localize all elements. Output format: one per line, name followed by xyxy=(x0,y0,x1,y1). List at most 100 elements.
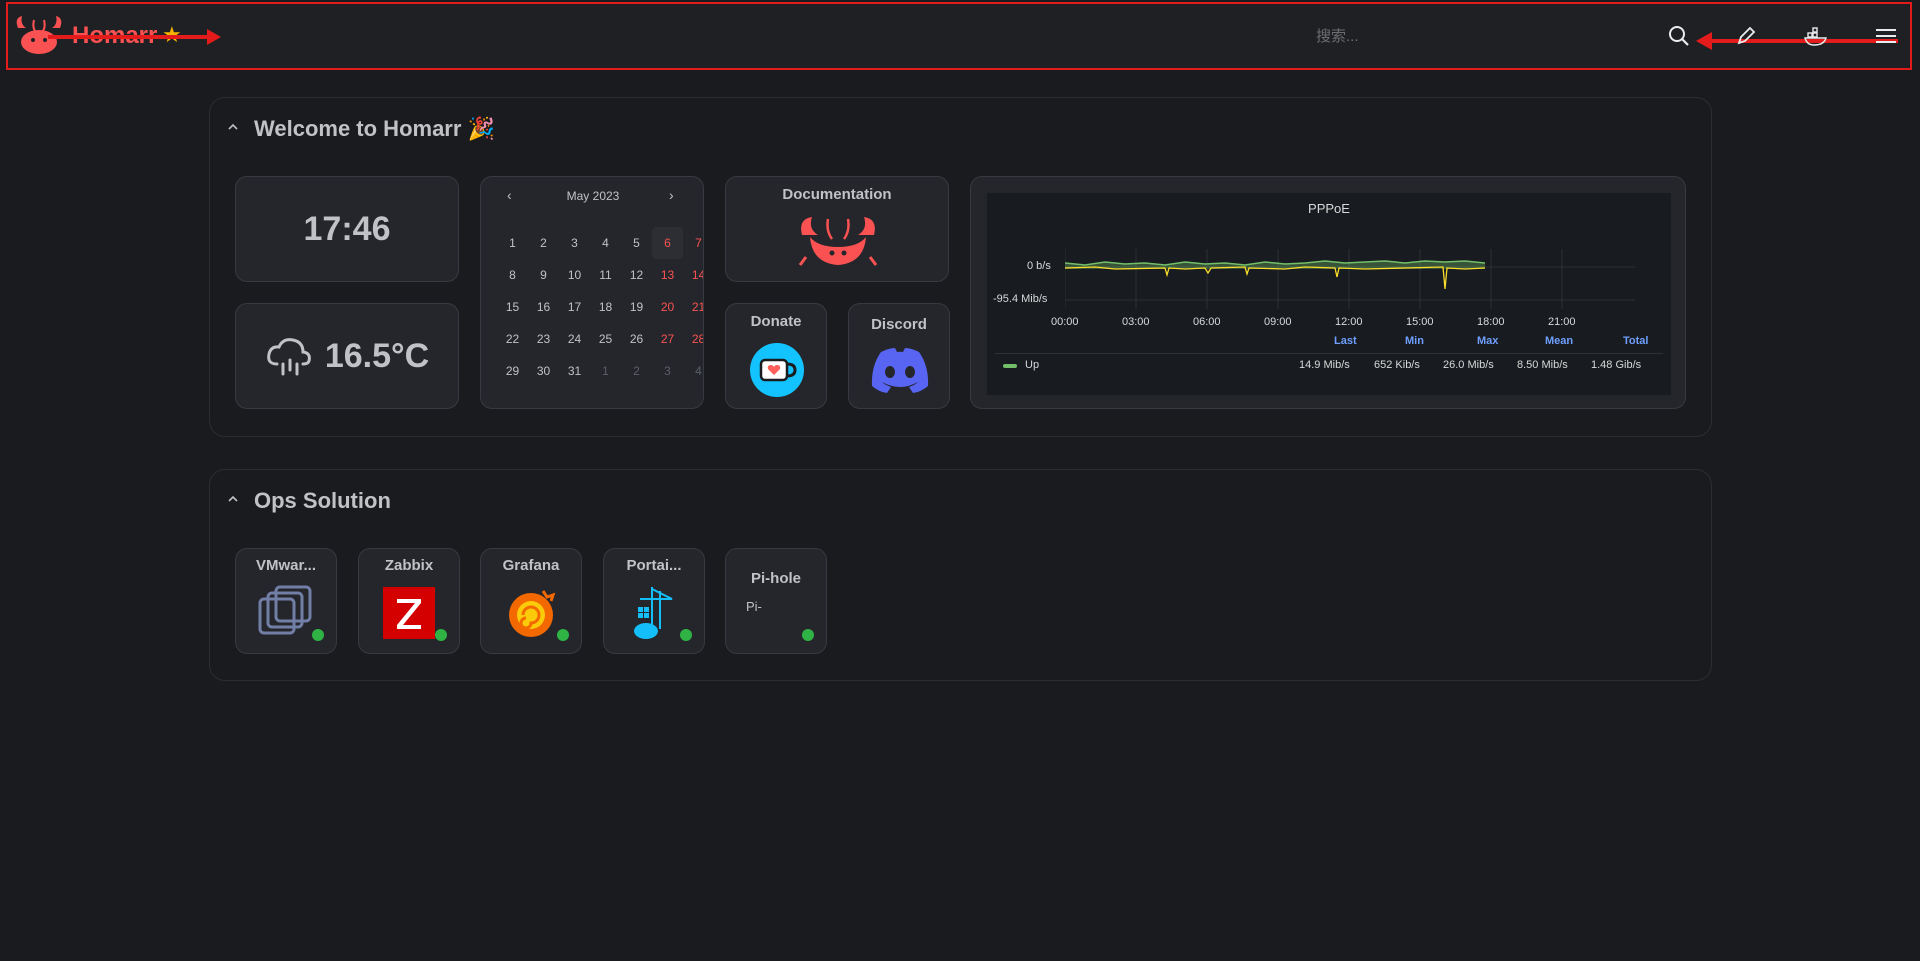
chevron-up-icon[interactable] xyxy=(226,120,240,134)
y-tick-label: -95.4 Mib/s xyxy=(993,293,1048,305)
search-button[interactable] xyxy=(1663,20,1695,52)
calendar-widget: ‹ May 2023 › 1 2 3 4 5 6 7 8 9 10 11 12 13 14 15 16 17 18… xyxy=(480,176,704,409)
category-welcome: Welcome to Homarr 🎉 17:46 16.5°C ‹ May 2… xyxy=(209,97,1712,437)
zabbix-icon xyxy=(383,587,435,639)
calendar-day[interactable]: 2 xyxy=(621,355,652,387)
grafana-iframe-widget[interactable]: PPPoE 0 b/s -95.4 Mib/s 00:00 03:00 06:0… xyxy=(970,176,1686,409)
cloud-rain-icon xyxy=(267,338,311,376)
calendar-day[interactable]: 18 xyxy=(590,291,621,323)
documentation-tile[interactable]: Documentation xyxy=(725,176,949,282)
x-tick-label: 12:00 xyxy=(1335,316,1363,328)
edit-mode-button[interactable] xyxy=(1730,20,1762,52)
online-status-dot xyxy=(802,629,814,641)
online-status-dot xyxy=(557,629,569,641)
search-icon xyxy=(1669,26,1689,46)
docker-icon xyxy=(1804,27,1827,46)
x-tick-label: 03:00 xyxy=(1122,316,1150,328)
calendar-day[interactable]: 7 xyxy=(683,227,703,259)
calendar-day[interactable]: 29 xyxy=(497,355,528,387)
stat-total: 1.48 Gib/s xyxy=(1591,359,1642,371)
online-status-dot xyxy=(680,629,692,641)
menu-button[interactable] xyxy=(1870,20,1902,52)
top-header: Homarr ★ xyxy=(6,2,1912,70)
calendar-day[interactable]: 27 xyxy=(652,323,683,355)
grafana-panel: PPPoE 0 b/s -95.4 Mib/s 00:00 03:00 06:0… xyxy=(987,193,1671,395)
app-tile-zabbix[interactable]: Zabbix xyxy=(358,548,460,654)
weather-widget: 16.5°C xyxy=(235,303,459,409)
calendar-day[interactable]: 3 xyxy=(652,355,683,387)
y-tick-label: 0 b/s xyxy=(1027,260,1051,272)
category-title[interactable]: Ops Solution xyxy=(254,488,391,514)
calendar-day[interactable]: 31 xyxy=(559,355,590,387)
calendar-day[interactable]: 1 xyxy=(497,227,528,259)
calendar-day[interactable]: 16 xyxy=(528,291,559,323)
calendar-day[interactable]: 20 xyxy=(652,291,683,323)
stat-header-total[interactable]: Total xyxy=(1623,335,1648,347)
calendar-day[interactable]: 8 xyxy=(497,259,528,291)
stat-header-mean[interactable]: Mean xyxy=(1545,335,1573,347)
hamburger-menu-icon xyxy=(1876,29,1896,43)
discord-tile[interactable]: Discord xyxy=(848,303,950,409)
app-name: Grafana xyxy=(502,557,560,574)
calendar-day[interactable]: 10 xyxy=(559,259,590,291)
calendar-day[interactable]: 11 xyxy=(590,259,621,291)
app-tile-portainer[interactable]: Portai... xyxy=(603,548,705,654)
x-tick-label: 06:00 xyxy=(1193,316,1221,328)
category-title[interactable]: Welcome to Homarr 🎉 xyxy=(254,116,495,142)
calendar-day[interactable]: 15 xyxy=(497,291,528,323)
category-ops-solution: Ops Solution VMwar... Zabbix Grafana Por… xyxy=(209,469,1712,681)
calendar-day[interactable]: 2 xyxy=(528,227,559,259)
calendar-day[interactable]: 5 xyxy=(621,227,652,259)
x-tick-label: 18:00 xyxy=(1477,316,1505,328)
stat-header-last[interactable]: Last xyxy=(1334,335,1357,347)
calendar-day[interactable]: 3 xyxy=(559,227,590,259)
calendar-day[interactable]: 30 xyxy=(528,355,559,387)
stat-header-min[interactable]: Min xyxy=(1405,335,1424,347)
traffic-graph xyxy=(1065,249,1635,309)
chevron-up-icon[interactable] xyxy=(226,492,240,506)
calendar-day[interactable]: 1 xyxy=(590,355,621,387)
calendar-day[interactable]: 21 xyxy=(683,291,703,323)
legend-divider xyxy=(995,353,1663,354)
calendar-day[interactable]: 17 xyxy=(559,291,590,323)
clock-widget: 17:46 xyxy=(235,176,459,282)
online-status-dot xyxy=(435,629,447,641)
portainer-icon xyxy=(634,587,673,639)
docker-button[interactable] xyxy=(1800,20,1832,52)
calendar-grid: 1 2 3 4 5 6 7 8 9 10 11 12 13 14 15 16 17 18 19 20 21 22 23 24 2… xyxy=(497,227,703,387)
app-tile-pihole[interactable]: Pi-hole Pi- xyxy=(725,548,827,654)
calendar-day[interactable]: 4 xyxy=(590,227,621,259)
search-input[interactable] xyxy=(1304,19,1604,53)
online-status-dot xyxy=(312,629,324,641)
annotation-arrow-right xyxy=(48,29,221,45)
legend-swatch xyxy=(1003,364,1017,368)
stat-min: 652 Kib/s xyxy=(1374,359,1420,371)
x-tick-label: 09:00 xyxy=(1264,316,1292,328)
donate-tile[interactable]: Donate xyxy=(725,303,827,409)
calendar-day[interactable]: 14 xyxy=(683,259,703,291)
calendar-day[interactable]: 12 xyxy=(621,259,652,291)
calendar-day[interactable]: 19 xyxy=(621,291,652,323)
grafana-icon xyxy=(509,590,556,637)
x-tick-label: 00:00 xyxy=(1051,316,1079,328)
calendar-day[interactable]: 22 xyxy=(497,323,528,355)
vmware-icon xyxy=(258,585,312,635)
calendar-day[interactable]: 28 xyxy=(683,323,703,355)
calendar-next-button[interactable]: › xyxy=(669,187,674,203)
calendar-day[interactable]: 25 xyxy=(590,323,621,355)
calendar-day[interactable]: 13 xyxy=(652,259,683,291)
calendar-day[interactable]: 9 xyxy=(528,259,559,291)
legend-series-name[interactable]: Up xyxy=(1025,359,1039,371)
calendar-day[interactable]: 26 xyxy=(621,323,652,355)
calendar-day[interactable]: 23 xyxy=(528,323,559,355)
calendar-day[interactable]: 6 xyxy=(652,227,683,259)
discord-label: Discord xyxy=(871,316,927,333)
discord-icon xyxy=(871,348,929,393)
stat-header-max[interactable]: Max xyxy=(1477,335,1498,347)
app-name: Zabbix xyxy=(384,557,434,574)
stat-max: 26.0 Mib/s xyxy=(1443,359,1494,371)
app-tile-vmware[interactable]: VMwar... xyxy=(235,548,337,654)
calendar-day[interactable]: 4 xyxy=(683,355,703,387)
app-tile-grafana[interactable]: Grafana xyxy=(480,548,582,654)
calendar-day[interactable]: 24 xyxy=(559,323,590,355)
